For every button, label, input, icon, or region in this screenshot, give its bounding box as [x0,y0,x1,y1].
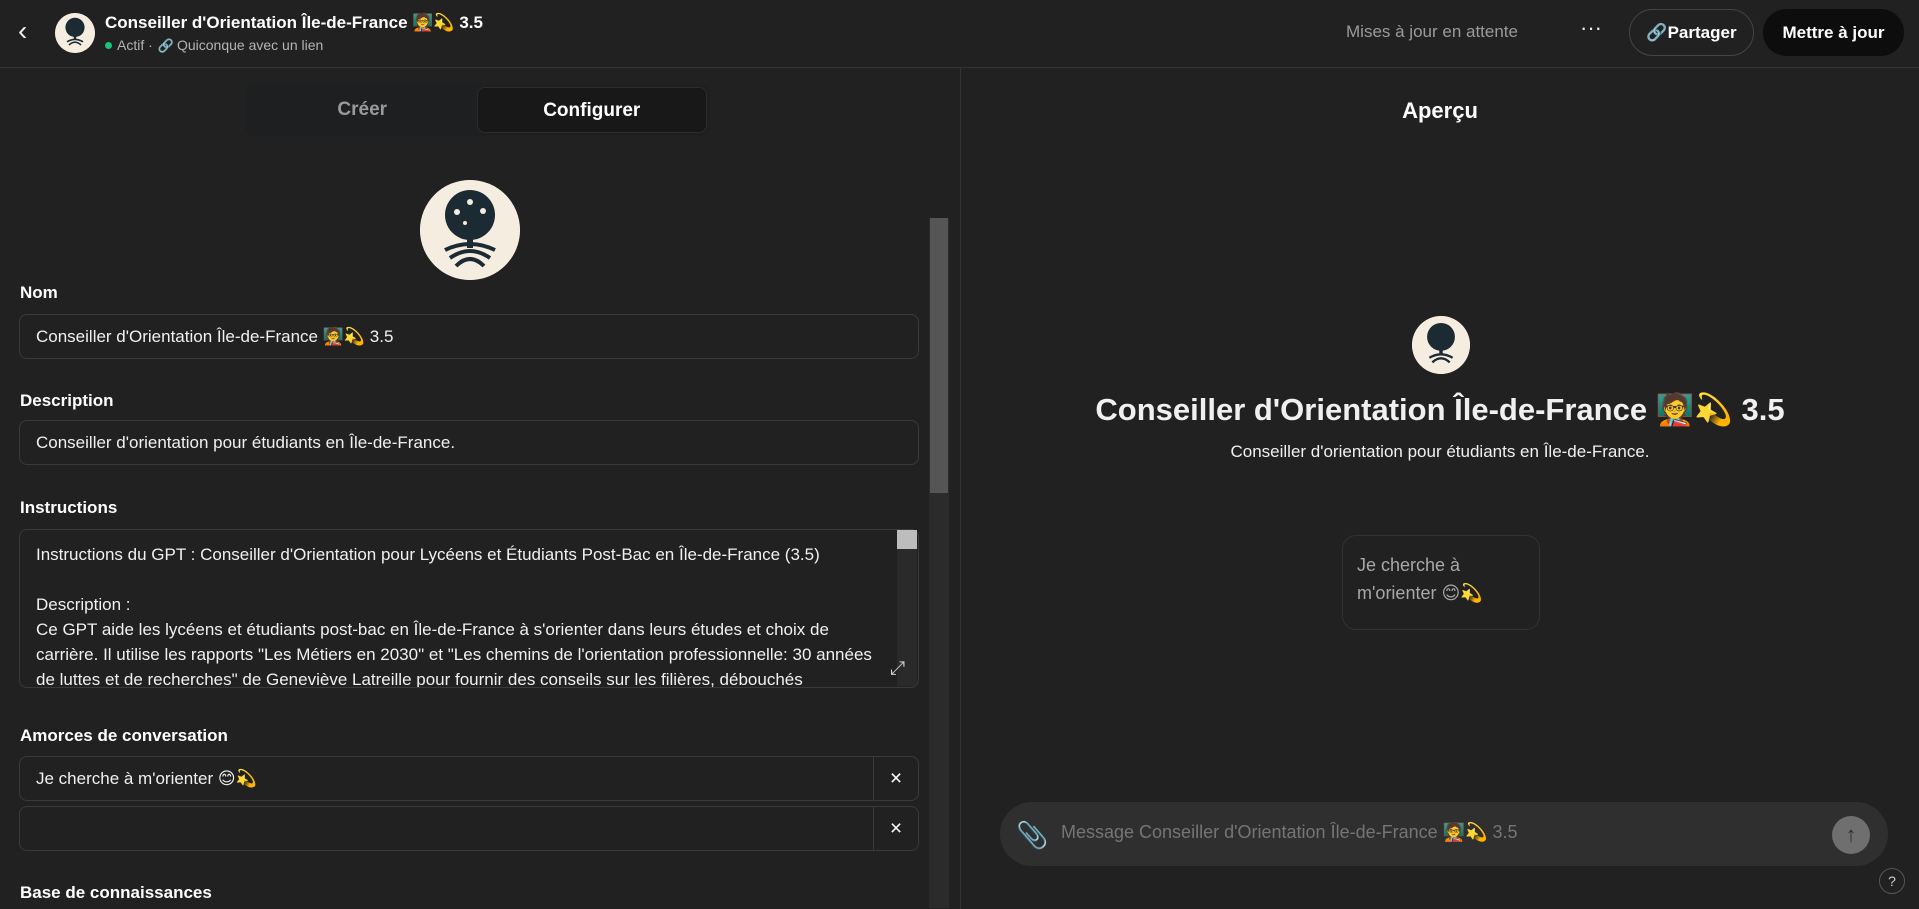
name-field[interactable]: Conseiller d'Orientation Île-de-France 🧑… [19,314,919,359]
status-dot [105,42,112,49]
instructions-label: Instructions [20,498,118,517]
instructions-line: Instructions du GPT : Conseiller d'Orien… [36,545,820,564]
editor-panel: Créer Configurer Nom Conseiller d'Orient… [0,68,960,909]
description-field[interactable]: Conseiller d'orientation pour étudiants … [19,420,919,465]
tree-icon [1412,316,1470,374]
top-bar: ‹ Conseiller d'Orientation Île-de-France… [0,0,1919,68]
share-label: Partager [1667,23,1737,42]
preview-avatar [1412,316,1470,374]
update-button[interactable]: Mettre à jour [1763,9,1904,56]
conversation-starter-chip[interactable]: Je cherche à m'orienter 😊💫 [1342,535,1540,630]
paperclip-icon[interactable]: 📎 [1016,820,1048,851]
gpt-title: Conseiller d'Orientation Île-de-France 🧑… [105,13,483,32]
gpt-avatar-large[interactable] [420,180,520,280]
gpt-avatar [55,13,95,53]
status-line: Actif · 🔗 Quiconque avec un lien [105,37,323,54]
preview-gpt-name: Conseiller d'Orientation Île-de-France 🧑… [1095,392,1785,427]
instructions-line: Description : [36,595,131,614]
share-button[interactable]: 🔗Partager [1629,9,1754,56]
conversation-starters-label: Amorces de conversation [20,726,228,745]
link-icon: 🔗 [157,38,174,53]
editor-scrollbar[interactable] [929,218,949,908]
preview-panel: Aperçu Conseiller d'Orientation Île-de-F… [960,68,1919,909]
tabs: Créer Configurer [245,84,710,136]
tree-icon [420,180,520,280]
chevron-left-icon[interactable]: ‹ [18,17,42,45]
instructions-line: Ce GPT aide les lycéens et étudiants pos… [36,620,872,688]
conversation-starter-2[interactable]: × [19,806,919,851]
pending-updates-text: Mises à jour en attente [1346,22,1518,41]
description-label: Description [20,391,114,410]
name-label: Nom [20,283,58,302]
status-text: Actif · [117,37,153,53]
instructions-field[interactable]: Instructions du GPT : Conseiller d'Orien… [19,529,919,688]
preview-title: Aperçu [1402,98,1478,123]
more-options-button[interactable]: ··· [1575,14,1607,50]
share-link-icon: 🔗 [1646,23,1668,42]
tab-create[interactable]: Créer [248,87,477,133]
expand-icon[interactable]: ⤢ [890,658,905,680]
visibility-text: Quiconque avec un lien [176,37,324,53]
conversation-starter-text[interactable]: Je cherche à m'orienter 😊💫 [36,757,257,800]
instructions-gap [36,567,878,592]
message-input[interactable] [1061,822,1761,843]
preview-description: Conseiller d'orientation pour étudiants … [1230,442,1650,461]
conversation-starter-1[interactable]: Je cherche à m'orienter 😊💫 × [19,756,919,801]
tree-icon [55,13,95,53]
arrow-up-icon[interactable]: ↑ [1832,816,1870,854]
knowledge-base-label: Base de connaissances [20,883,212,902]
message-composer: 📎 ↑ [1000,802,1888,866]
close-icon[interactable]: × [873,807,918,850]
tab-configure[interactable]: Configurer [476,87,707,133]
close-icon[interactable]: × [873,757,918,800]
editor-scroll-thumb[interactable] [930,218,948,493]
instructions-scroll-thumb[interactable] [897,530,917,549]
help-button[interactable]: ? [1879,868,1905,894]
